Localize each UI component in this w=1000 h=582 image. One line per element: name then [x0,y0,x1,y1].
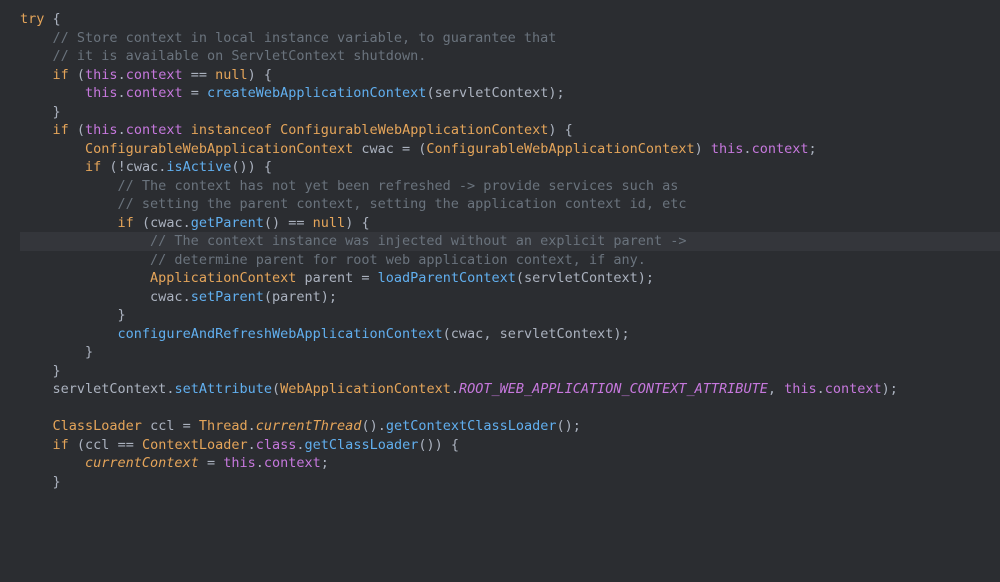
code-line: // determine parent for root web applica… [20,251,1000,270]
code-line: configureAndRefreshWebApplicationContext… [20,325,1000,344]
code-line: // it is available on ServletContext shu… [20,47,1000,66]
code-editor[interactable]: try { // Store context in local instance… [20,10,1000,491]
code-line [20,399,1000,418]
code-line: // setting the parent context, setting t… [20,195,1000,214]
code-line-highlighted: // The context instance was injected wit… [20,232,1000,251]
code-line: } [20,362,1000,381]
code-line: } [20,103,1000,122]
code-line: // Store context in local instance varia… [20,29,1000,48]
code-line: try { [20,10,1000,29]
code-line: ClassLoader ccl = Thread.currentThread()… [20,417,1000,436]
code-line: if (ccl == ContextLoader.class.getClassL… [20,436,1000,455]
code-line: if (!cwac.isActive()) { [20,158,1000,177]
code-line: if (this.context == null) { [20,66,1000,85]
code-line: // The context has not yet been refreshe… [20,177,1000,196]
code-line: if (this.context instanceof Configurable… [20,121,1000,140]
code-line: this.context = createWebApplicationConte… [20,84,1000,103]
code-line: } [20,306,1000,325]
code-line: currentContext = this.context; [20,454,1000,473]
code-line: servletContext.setAttribute(WebApplicati… [20,380,1000,399]
code-line: } [20,473,1000,492]
code-line: ConfigurableWebApplicationContext cwac =… [20,140,1000,159]
code-line: if (cwac.getParent() == null) { [20,214,1000,233]
code-line: ApplicationContext parent = loadParentCo… [20,269,1000,288]
code-line: } [20,343,1000,362]
code-line: cwac.setParent(parent); [20,288,1000,307]
